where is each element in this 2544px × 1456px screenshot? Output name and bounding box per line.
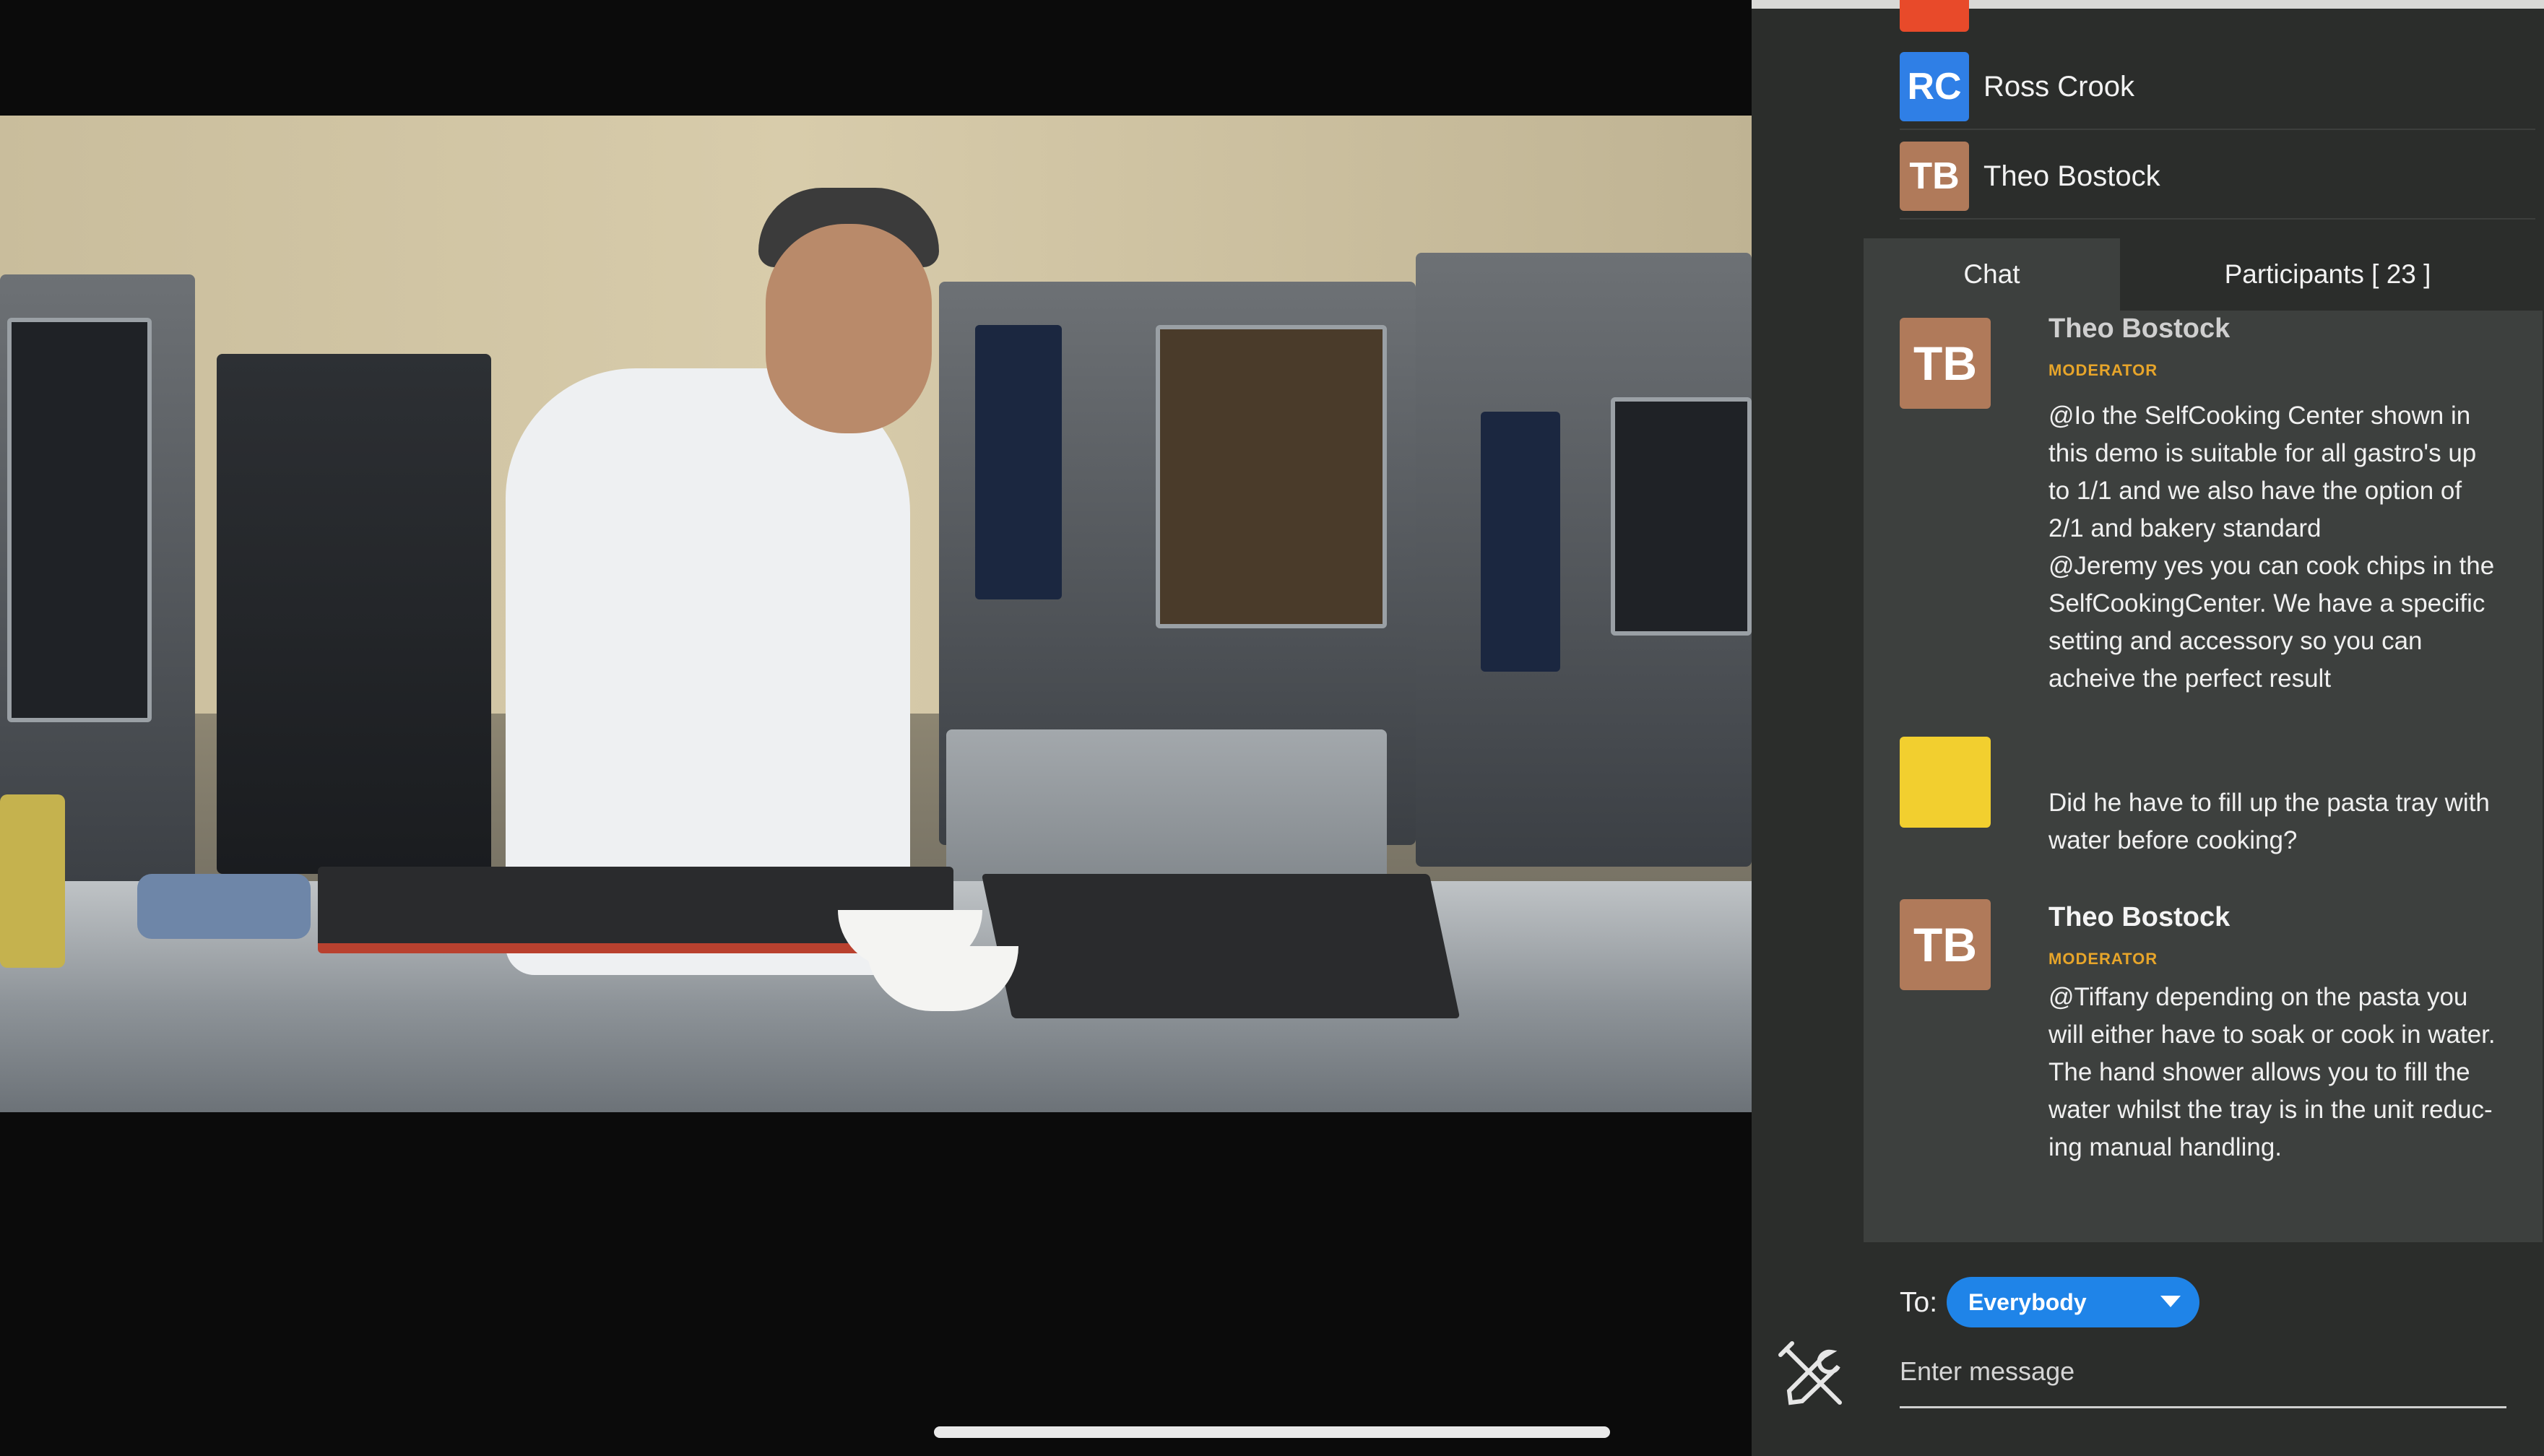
chat-message: Did he have to fill up the pasta tray wi…	[1900, 737, 2521, 881]
chat-message: TB Theo Bostock MODERATOR @Io the SelfCo…	[1900, 311, 2521, 701]
participant-avatar: TB	[1900, 142, 1969, 211]
chat-message: TB Theo Bostock MODERATOR @Tiffany depen…	[1900, 899, 2521, 1217]
participant-avatar-partial	[1900, 0, 1969, 32]
participant-name: Ross Crook	[1983, 70, 2134, 103]
message-role-badge: MODERATOR	[2048, 950, 2158, 968]
message-sender: Theo Bostock	[2048, 313, 2231, 344]
video-towel	[137, 874, 311, 939]
chat-compose: To: Everybody	[1864, 1242, 2543, 1456]
sidebar-top-strip	[1752, 0, 2544, 9]
video-frame[interactable]	[0, 116, 1752, 1112]
participant-name: Theo Bostock	[1983, 160, 2160, 192]
recipient-select[interactable]: Everybody	[1947, 1277, 2199, 1327]
video-combi-oven-right	[1416, 253, 1752, 867]
message-text: Did he have to fill up the pasta tray wi…	[2048, 789, 2490, 854]
participant-avatar: RC	[1900, 52, 1969, 121]
chat-messages-panel[interactable]: TB Theo Bostock MODERATOR @Io the SelfCo…	[1864, 311, 2543, 1242]
wrench-screwdriver-icon	[1778, 1341, 1842, 1405]
message-avatar: TB	[1900, 899, 1991, 990]
message-text: @Tiffany depending on the pasta you will…	[2048, 983, 2496, 1161]
message-avatar: TB	[1900, 318, 1991, 409]
chevron-down-icon	[2160, 1296, 2181, 1307]
video-player[interactable]	[0, 0, 1752, 1456]
video-tray-black	[981, 874, 1461, 1018]
video-oil-bottle	[0, 794, 65, 968]
tab-chat[interactable]: Chat	[1864, 238, 2120, 311]
message-input[interactable]	[1900, 1336, 2506, 1408]
recipient-label: To:	[1900, 1287, 1938, 1318]
tab-participants[interactable]: Participants [ 23 ]	[2120, 238, 2535, 311]
video-chef-head	[766, 224, 932, 433]
message-text: @Io the SelfCooking Center shown in this…	[2048, 402, 2495, 693]
participant-row[interactable]: TB Theo Bostock	[1900, 134, 2535, 220]
message-sender: Theo Bostock	[2048, 902, 2231, 932]
home-indicator[interactable]	[934, 1426, 1610, 1438]
tools-button[interactable]	[1773, 1336, 1853, 1416]
video-tilting-pan	[217, 354, 491, 874]
message-avatar	[1900, 737, 1991, 828]
sidebar-panel: RC Ross Crook TB Theo Bostock Chat Parti…	[1752, 0, 2544, 1456]
sidebar-tabs: Chat Participants [ 23 ]	[1864, 238, 2535, 311]
participant-row[interactable]: RC Ross Crook	[1900, 45, 2535, 130]
recipient-value: Everybody	[1968, 1288, 2087, 1315]
message-role-badge: MODERATOR	[2048, 361, 2158, 379]
